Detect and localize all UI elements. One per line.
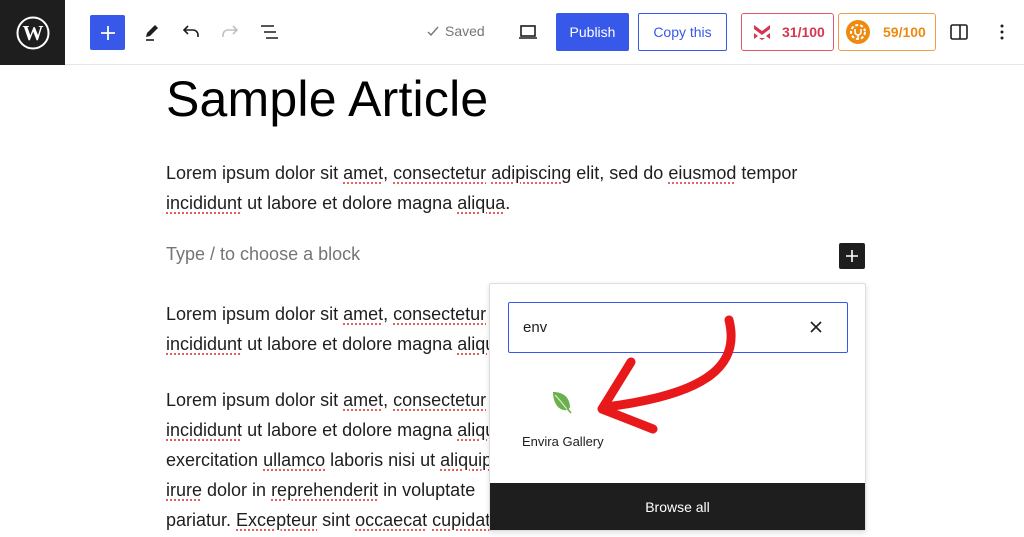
misspelled-word: adipiscing bbox=[491, 163, 572, 183]
block-search-input[interactable] bbox=[523, 303, 783, 351]
saved-label: Saved bbox=[445, 23, 485, 39]
block-inserter-button[interactable] bbox=[90, 15, 125, 50]
copy-this-button[interactable]: Copy this bbox=[638, 13, 727, 51]
paragraph-block-2[interactable]: Lorem ipsum dolor sit amet, consectetur … bbox=[166, 299, 490, 359]
post-title[interactable]: Sample Article bbox=[166, 70, 488, 128]
text: dolor in bbox=[202, 480, 272, 500]
text: tempor bbox=[736, 163, 798, 183]
add-block-button[interactable] bbox=[839, 243, 865, 269]
misspelled-word: amet bbox=[343, 390, 384, 410]
publish-button[interactable]: Publish bbox=[556, 13, 629, 51]
text: ut labore et dolore magna bbox=[242, 193, 458, 213]
list-view-button[interactable] bbox=[257, 20, 281, 44]
misspelled-word: aliqua bbox=[457, 193, 506, 213]
misspelled-word: irure bbox=[166, 480, 203, 500]
svg-text:W: W bbox=[22, 21, 43, 45]
text: sint bbox=[317, 510, 356, 530]
paragraph-line: Lorem ipsum dolor sit amet, consectetur bbox=[166, 385, 490, 415]
misspelled-word: cupidatat bbox=[432, 510, 490, 530]
misspelled-word: ullamco bbox=[263, 450, 326, 470]
empty-block-placeholder[interactable]: Type / to choose a block bbox=[166, 244, 360, 265]
sidebar-icon bbox=[950, 24, 968, 40]
paragraph-line: Lorem ipsum dolor sit amet, consectetur … bbox=[166, 158, 797, 188]
block-result-label: Envira Gallery bbox=[522, 434, 604, 449]
misspelled-word: incididunt bbox=[166, 334, 243, 354]
misspelled-word: incididunt bbox=[166, 193, 243, 213]
settings-sidebar-button[interactable] bbox=[947, 20, 971, 44]
pencil-icon bbox=[146, 25, 158, 41]
aioseo-logo-icon bbox=[846, 20, 870, 44]
editor-header: W Saved Publish Copy this 31/100 59/100 bbox=[0, 0, 1024, 65]
close-icon bbox=[810, 321, 822, 333]
redo-icon bbox=[222, 25, 239, 37]
misspelled-word: eiusmod bbox=[668, 163, 737, 183]
saved-status: Saved bbox=[426, 23, 485, 39]
aioseo-score-button[interactable]: 59/100 bbox=[838, 13, 936, 51]
text: laboris nisi ut bbox=[325, 450, 441, 470]
redo-button[interactable] bbox=[218, 20, 242, 44]
options-button[interactable] bbox=[990, 20, 1014, 44]
paragraph-block-1[interactable]: Lorem ipsum dolor sit amet, consectetur … bbox=[166, 158, 797, 218]
misspelled-word: occaecat bbox=[355, 510, 428, 530]
misspelled-word: consectetur bbox=[393, 304, 487, 324]
browse-all-button[interactable]: Browse all bbox=[490, 483, 865, 530]
misspelled-word: consectetur bbox=[393, 390, 487, 410]
clear-search-button[interactable] bbox=[805, 316, 827, 338]
misspelled-word: amet bbox=[343, 163, 384, 183]
text: Lorem ipsum dolor sit bbox=[166, 304, 344, 324]
text: ut labore et dolore magna bbox=[242, 334, 458, 354]
paragraph-block-3[interactable]: Lorem ipsum dolor sit amet, consectetur … bbox=[166, 385, 490, 535]
misspelled-word: aliqua bbox=[457, 334, 490, 354]
aioseo-score: 59/100 bbox=[883, 24, 926, 40]
preview-button[interactable] bbox=[516, 20, 540, 44]
misspelled-word: aliqua bbox=[457, 420, 490, 440]
check-icon bbox=[427, 26, 439, 37]
misspelled-word: amet bbox=[343, 304, 384, 324]
block-inserter-popover: Envira Gallery Browse all bbox=[489, 283, 866, 531]
tools-button[interactable] bbox=[140, 20, 164, 44]
misspelled-word: reprehenderit bbox=[271, 480, 379, 500]
text: ut labore et dolore magna bbox=[242, 420, 458, 440]
undo-icon bbox=[182, 25, 199, 37]
wordpress-logo-button[interactable]: W bbox=[0, 0, 65, 65]
text: , bbox=[383, 163, 394, 183]
misspelled-word: incididunt bbox=[166, 420, 243, 440]
paragraph-line: pariatur. Excepteur sint occaecat cupida… bbox=[166, 505, 490, 535]
plus-icon bbox=[100, 25, 115, 40]
text: , bbox=[383, 304, 394, 324]
text: Lorem ipsum dolor sit bbox=[166, 163, 344, 183]
paragraph-line: incididunt ut labore et dolore magna ali… bbox=[166, 415, 490, 445]
paragraph-line: exercitation ullamco laboris nisi ut ali… bbox=[166, 445, 490, 475]
list-view-icon bbox=[261, 25, 278, 39]
misspelled-word: consectetur bbox=[393, 163, 487, 183]
text: in voluptate bbox=[378, 480, 476, 500]
more-vertical-icon bbox=[1000, 24, 1004, 40]
text: pariatur. bbox=[166, 510, 237, 530]
seo-score-button[interactable]: 31/100 bbox=[741, 13, 834, 51]
paragraph-line: incididunt ut labore et dolore magna ali… bbox=[166, 329, 490, 359]
text: , bbox=[383, 390, 394, 410]
text: Lorem ipsum dolor sit bbox=[166, 390, 344, 410]
text: elit, sed do bbox=[571, 163, 669, 183]
undo-button[interactable] bbox=[179, 20, 203, 44]
paragraph-line: incididunt ut labore et dolore magna ali… bbox=[166, 188, 797, 218]
block-result-envira-gallery[interactable]: Envira Gallery bbox=[516, 386, 612, 456]
laptop-icon bbox=[519, 25, 537, 39]
paragraph-line: irure dolor in reprehenderit in voluptat… bbox=[166, 475, 490, 505]
paragraph-line: Lorem ipsum dolor sit amet, consectetur bbox=[166, 299, 490, 329]
misspelled-word: Excepteur bbox=[236, 510, 318, 530]
seo-score: 31/100 bbox=[782, 24, 825, 40]
leaf-icon bbox=[553, 392, 572, 414]
wordpress-logo-icon: W bbox=[16, 16, 49, 49]
misspelled-word: aliquip bbox=[440, 450, 490, 470]
text: exercitation bbox=[166, 450, 264, 470]
seo-logo-icon bbox=[754, 25, 770, 40]
text: . bbox=[505, 193, 511, 213]
plus-icon bbox=[846, 250, 858, 262]
block-search bbox=[508, 302, 848, 353]
